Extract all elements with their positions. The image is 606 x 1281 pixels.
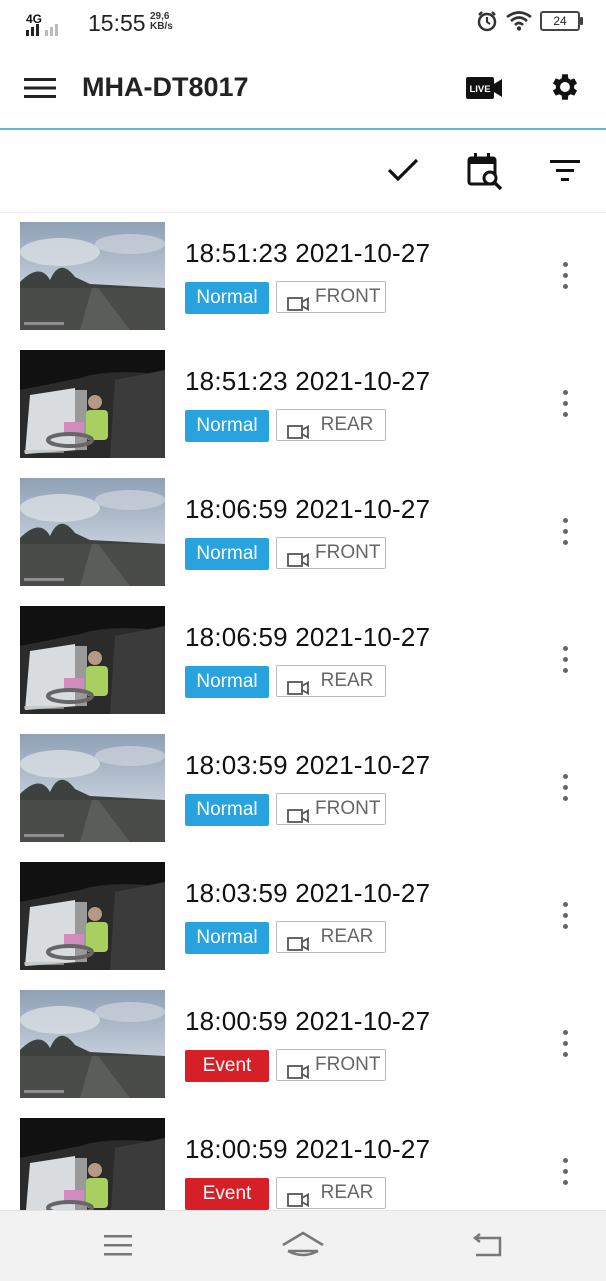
camera-channel-tag: FRONT [276,281,386,313]
video-camera-icon [287,291,309,321]
video-camera-icon [287,803,309,833]
recording-timestamp: 18:00:59 2021-10-27 [185,1134,431,1164]
recordings-list: 18:51:23 2021-10-27 Normal FRONT 18:51:23 2… [0,212,606,1210]
rear-camera-thumbnail[interactable] [20,350,165,458]
recording-timestamp: 18:00:59 2021-10-27 [185,1006,431,1036]
list-toolbar [0,130,606,213]
camera-channel-tag: REAR [276,1177,386,1209]
recording-type-badge: Normal [185,794,269,826]
video-camera-icon [287,675,309,705]
rear-camera-thumbnail[interactable] [20,1118,165,1210]
recording-type-badge: Normal [185,538,269,570]
recording-type-badge: Normal [185,410,269,442]
camera-channel-label: FRONT [315,542,381,563]
recording-row[interactable]: 18:03:59 2021-10-27 Normal REAR [0,852,606,980]
recording-row[interactable]: 18:00:59 2021-10-27 Event FRONT [0,980,606,1108]
live-camera-icon[interactable]: LIVE [466,76,502,100]
hamburger-menu-icon[interactable] [24,76,56,100]
camera-channel-label: FRONT [315,798,381,819]
camera-channel-label: REAR [320,414,374,435]
video-camera-icon [287,931,309,961]
recording-row[interactable]: 18:06:59 2021-10-27 Normal FRONT [0,468,606,596]
front-camera-thumbnail[interactable] [20,222,165,330]
home-icon[interactable] [280,1229,326,1261]
recording-timestamp: 18:06:59 2021-10-27 [185,622,431,652]
recording-row[interactable]: 18:51:23 2021-10-27 Normal REAR [0,340,606,468]
recording-timestamp: 18:51:23 2021-10-27 [185,366,431,396]
camera-channel-label: REAR [320,926,374,947]
more-options-icon[interactable] [562,1030,568,1060]
more-options-icon[interactable] [562,518,568,548]
signal-icon [26,24,58,36]
video-camera-icon [287,1187,309,1210]
camera-channel-tag: REAR [276,409,386,441]
page-title: MHA-DT8017 [82,72,249,102]
recording-row[interactable]: 18:06:59 2021-10-27 Normal REAR [0,596,606,724]
filter-icon[interactable] [548,158,582,184]
recording-timestamp: 18:51:23 2021-10-27 [185,238,431,268]
video-camera-icon [287,419,309,449]
alarm-icon [477,11,497,32]
recording-timestamp: 18:03:59 2021-10-27 [185,750,431,780]
camera-channel-label: REAR [320,1182,374,1203]
app-bar: MHA-DT8017 LIVE [0,48,606,130]
back-icon[interactable] [470,1233,504,1259]
recording-type-badge: Normal [185,282,269,314]
rear-camera-thumbnail[interactable] [20,862,165,970]
more-options-icon[interactable] [562,774,568,804]
status-bar: 4G 15:55 29,6 KB/s 24 [0,0,606,48]
select-check-icon[interactable] [386,156,420,184]
recording-type-badge: Normal [185,922,269,954]
camera-channel-label: FRONT [315,286,381,307]
recording-row[interactable]: 18:03:59 2021-10-27 Normal FRONT [0,724,606,852]
recording-type-badge: Event [185,1050,269,1082]
wifi-icon [506,11,532,31]
front-camera-thumbnail[interactable] [20,734,165,842]
camera-channel-label: FRONT [315,1054,381,1075]
battery-icon: 24 [540,11,583,31]
recording-timestamp: 18:03:59 2021-10-27 [185,878,431,908]
rear-camera-thumbnail[interactable] [20,606,165,714]
more-options-icon[interactable] [562,390,568,420]
settings-gear-icon[interactable] [548,70,582,104]
camera-channel-tag: FRONT [276,793,386,825]
calendar-search-icon[interactable] [466,152,504,190]
recording-row[interactable]: 18:00:59 2021-10-27 Event REAR [0,1108,606,1210]
recent-apps-icon[interactable] [102,1233,134,1257]
system-nav-bar [0,1210,606,1281]
video-camera-icon [287,1059,309,1089]
recording-type-badge: Event [185,1178,269,1210]
live-label: LIVE [469,84,490,95]
camera-channel-label: REAR [320,670,374,691]
front-camera-thumbnail[interactable] [20,478,165,586]
recording-type-badge: Normal [185,666,269,698]
more-options-icon[interactable] [562,1158,568,1188]
network-rate: 29,6 KB/s [150,12,173,32]
rate-unit: KB/s [150,21,173,32]
front-camera-thumbnail[interactable] [20,990,165,1098]
camera-channel-tag: REAR [276,921,386,953]
status-time: 15:55 [88,10,146,36]
more-options-icon[interactable] [562,902,568,932]
camera-channel-tag: FRONT [276,537,386,569]
camera-channel-tag: FRONT [276,1049,386,1081]
video-camera-icon [287,547,309,577]
more-options-icon[interactable] [562,646,568,676]
more-options-icon[interactable] [562,262,568,292]
camera-channel-tag: REAR [276,665,386,697]
recording-timestamp: 18:06:59 2021-10-27 [185,494,431,524]
recording-row[interactable]: 18:51:23 2021-10-27 Normal FRONT [0,212,606,340]
